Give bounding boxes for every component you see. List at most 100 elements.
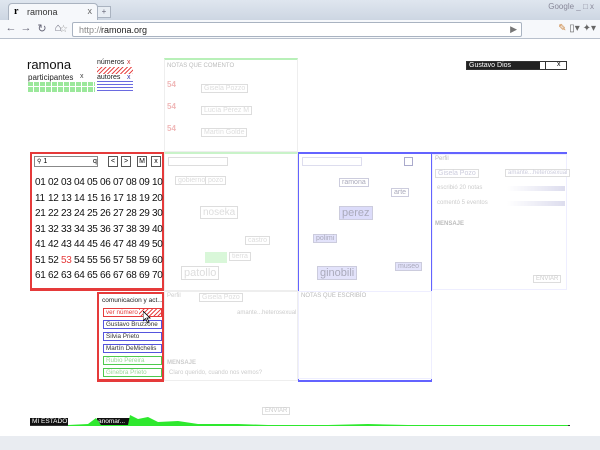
issue-number[interactable]: 03: [61, 175, 74, 191]
issue-number[interactable]: 23: [61, 206, 74, 222]
issue-number[interactable]: 43: [61, 237, 74, 253]
menu-numeros[interactable]: números: [97, 59, 124, 66]
star-icon[interactable]: ☆: [59, 24, 68, 35]
tag[interactable]: polimi: [313, 234, 338, 243]
issue-number[interactable]: 02: [48, 175, 61, 191]
nota-author-link[interactable]: Martín Golde: [201, 128, 248, 137]
issue-number[interactable]: 09: [139, 175, 152, 191]
issue-number[interactable]: 64: [74, 268, 87, 284]
tag[interactable]: ramona: [339, 178, 369, 187]
issue-number[interactable]: 58: [126, 253, 139, 269]
menu-participantes-close[interactable]: x: [80, 73, 84, 80]
issue-number[interactable]: 08: [126, 175, 139, 191]
issue-number[interactable]: 06: [100, 175, 113, 191]
blue-mode-button[interactable]: [404, 157, 413, 166]
issue-number[interactable]: 61: [35, 268, 48, 284]
url-bar[interactable]: ☆ http:// ramona.org ▶: [59, 22, 522, 37]
issue-number[interactable]: 68: [126, 268, 139, 284]
issue-number[interactable]: 27: [113, 206, 126, 222]
forward-icon[interactable]: →: [19, 22, 33, 34]
issue-number[interactable]: 38: [126, 222, 139, 238]
issue-number[interactable]: 48: [126, 237, 139, 253]
issue-number[interactable]: 28: [126, 206, 139, 222]
green-search-input[interactable]: [168, 157, 228, 166]
issue-number[interactable]: 05: [87, 175, 100, 191]
issue-number[interactable]: 54: [74, 253, 87, 269]
nota-author-link[interactable]: Lucía Pérez M: [201, 106, 253, 115]
go-icon[interactable]: ▶: [510, 24, 517, 35]
issue-number[interactable]: 55: [87, 253, 100, 269]
issue-number[interactable]: 49: [139, 237, 152, 253]
issue-number[interactable]: 53: [61, 253, 74, 269]
blue-search-input[interactable]: [302, 157, 362, 166]
issue-number[interactable]: 35: [87, 222, 100, 238]
issue-number[interactable]: 17: [113, 191, 126, 207]
issue-number[interactable]: 52: [48, 253, 61, 269]
user-window[interactable]: Gustavo Dios x: [466, 61, 567, 70]
issue-number[interactable]: 12: [48, 191, 61, 207]
issue-number[interactable]: 51: [35, 253, 48, 269]
issue-number[interactable]: 45: [87, 237, 100, 253]
send-button[interactable]: ENVIAR: [533, 275, 562, 283]
issue-number[interactable]: 22: [48, 206, 61, 222]
prev-button[interactable]: <: [108, 156, 118, 167]
issue-number[interactable]: 36: [100, 222, 113, 238]
issue-number[interactable]: 14: [74, 191, 87, 207]
issue-number[interactable]: 42: [48, 237, 61, 253]
new-tab-button[interactable]: +: [97, 6, 111, 18]
author-item[interactable]: Martín DeMichelis: [103, 344, 162, 353]
browser-tab[interactable]: r ramona x: [8, 3, 98, 20]
issue-number[interactable]: 59: [139, 253, 152, 269]
search-key[interactable]: q: [93, 157, 97, 166]
issue-number[interactable]: 21: [35, 206, 48, 222]
issue-number[interactable]: 29: [139, 206, 152, 222]
issue-number[interactable]: 19: [139, 191, 152, 207]
issue-number[interactable]: 31: [35, 222, 48, 238]
issue-number[interactable]: 46: [100, 237, 113, 253]
issue-number[interactable]: 37: [113, 222, 126, 238]
tag[interactable]: pozo: [205, 176, 227, 185]
author-item[interactable]: ver número: [103, 308, 162, 317]
site-logo[interactable]: ramona: [27, 57, 71, 72]
menu-participantes[interactable]: participantes: [28, 73, 73, 82]
issue-number[interactable]: 65: [87, 268, 100, 284]
tag[interactable]: castro: [245, 236, 271, 245]
author-item[interactable]: Silvia Prieto: [103, 332, 162, 341]
author-item[interactable]: Ginebra Prieto: [103, 368, 162, 377]
tag[interactable]: ginobili: [317, 266, 358, 280]
issue-number[interactable]: 66: [100, 268, 113, 284]
issue-number[interactable]: 04: [74, 175, 87, 191]
issue-number[interactable]: 18: [126, 191, 139, 207]
issue-number[interactable]: 11: [35, 191, 48, 207]
issue-number[interactable]: 44: [74, 237, 87, 253]
tab-close-icon[interactable]: x: [88, 6, 93, 16]
issue-number[interactable]: 26: [100, 206, 113, 222]
page-menu-icon[interactable]: ▯▾: [569, 23, 580, 34]
wrench-icon[interactable]: ✦▾: [583, 23, 596, 34]
reload-icon[interactable]: ↻: [35, 22, 49, 35]
tag[interactable]: museo: [395, 262, 423, 271]
issue-number[interactable]: 63: [61, 268, 74, 284]
issue-number[interactable]: 32: [48, 222, 61, 238]
maximize-icon[interactable]: [545, 62, 553, 69]
window-controls[interactable]: Google _ □ x: [548, 2, 594, 11]
issue-number[interactable]: 56: [100, 253, 113, 269]
issue-number[interactable]: 62: [48, 268, 61, 284]
tag[interactable]: patollo: [181, 266, 220, 280]
issue-number[interactable]: 15: [87, 191, 100, 207]
menu-autores[interactable]: autores: [97, 74, 120, 81]
tag[interactable]: gobierno: [175, 176, 209, 185]
issue-number[interactable]: 47: [113, 237, 126, 253]
issue-number[interactable]: 25: [87, 206, 100, 222]
issue-number[interactable]: 69: [139, 268, 152, 284]
issue-number[interactable]: 24: [74, 206, 87, 222]
user-close-icon[interactable]: x: [557, 61, 561, 68]
issue-number[interactable]: 07: [113, 175, 126, 191]
numbers-close-button[interactable]: x: [151, 156, 161, 167]
tag[interactable]: tierra: [229, 252, 251, 261]
number-search-input[interactable]: ⚲ 1 q: [34, 156, 98, 167]
issue-number[interactable]: 01: [35, 175, 48, 191]
tag[interactable]: arte: [391, 188, 410, 197]
author-item[interactable]: Rubio Pereira: [103, 356, 162, 365]
tag[interactable]: perez: [339, 206, 373, 220]
